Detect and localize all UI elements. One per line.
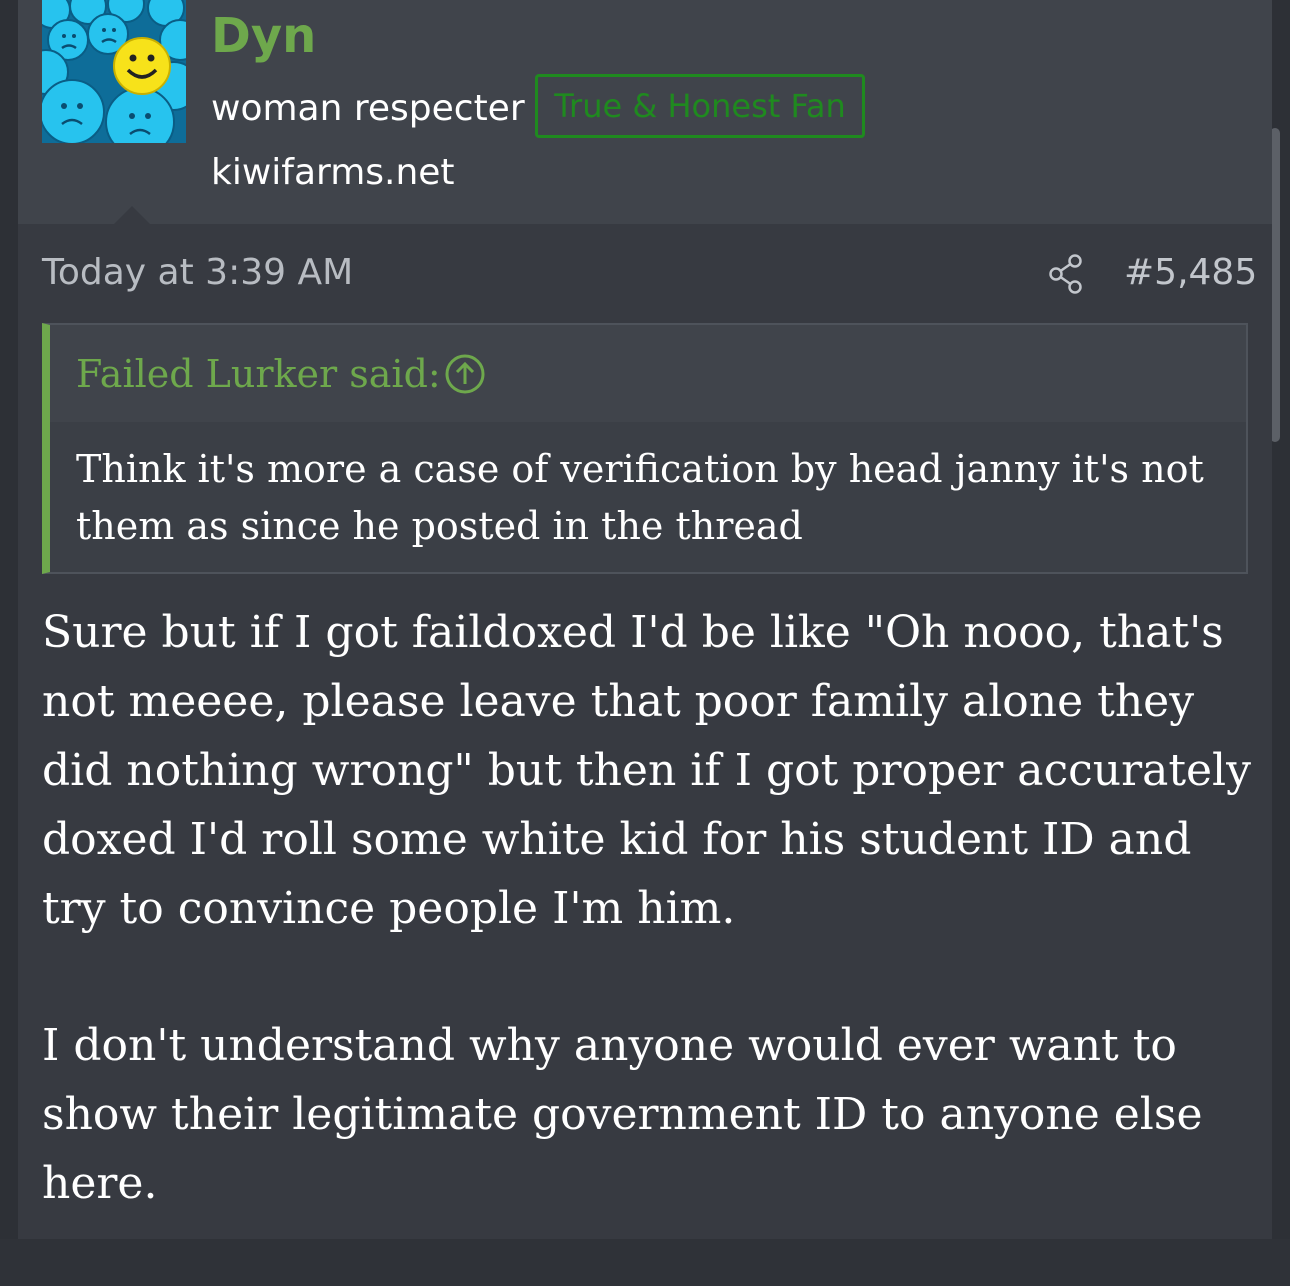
message-paragraph: Sure but if I got faildoxed I'd be like … bbox=[42, 607, 1251, 934]
username[interactable]: Dyn bbox=[211, 4, 316, 68]
message-paragraph: I don't understand why anyone would ever… bbox=[42, 1020, 1203, 1209]
post-number[interactable]: #5,485 bbox=[1124, 248, 1257, 298]
quote-block: Failed Lurker said: Think it's more a ca… bbox=[42, 323, 1248, 574]
user-banner: True & Honest Fan bbox=[535, 74, 865, 138]
user-extra: kiwifarms.net bbox=[211, 152, 455, 193]
quote-attribution[interactable]: Failed Lurker said: bbox=[76, 349, 441, 399]
page-gutter-left bbox=[0, 0, 18, 1239]
quote-text: Think it's more a case of verification b… bbox=[76, 447, 1204, 548]
avatar[interactable] bbox=[42, 0, 186, 143]
avatar-image bbox=[42, 0, 186, 143]
arrow-up-circle-icon[interactable] bbox=[444, 353, 486, 395]
user-title: woman respecter bbox=[211, 88, 525, 129]
arrow-notch bbox=[114, 206, 150, 224]
post-date[interactable]: Today at 3:39 AM bbox=[42, 248, 353, 298]
share-icon[interactable] bbox=[1048, 254, 1084, 294]
user-header: Dyn woman respecter True & Honest Fan ki… bbox=[18, 0, 1272, 224]
message-content: Sure but if I got faildoxed I'd be like … bbox=[42, 598, 1252, 1286]
quote-header: Failed Lurker said: bbox=[50, 325, 1246, 422]
post-body: Today at 3:39 AM #5,485 Failed Lurker sa… bbox=[18, 224, 1272, 1239]
